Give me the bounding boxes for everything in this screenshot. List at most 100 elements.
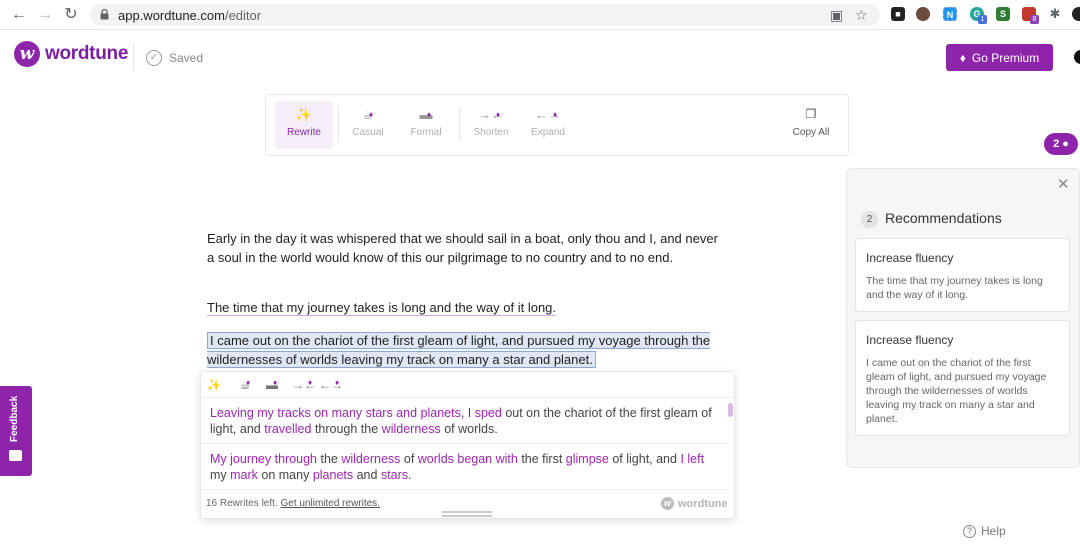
- extension-s-icon[interactable]: S: [996, 7, 1010, 21]
- changed-words: Leaving my tracks on many stars and plan…: [210, 406, 461, 420]
- rewrite-tool-button[interactable]: ✨ Rewrite: [275, 101, 333, 149]
- recommendations-panel: ✕ 2 Recommendations Increase fluency The…: [846, 168, 1080, 468]
- popup-brand-name: wordtune: [678, 497, 728, 510]
- rewrite-label: Rewrite: [287, 127, 321, 138]
- document-paragraph[interactable]: Early in the day it was whispered that w…: [207, 229, 727, 267]
- formal-icon: ▬ ♦: [419, 107, 433, 122]
- recommendation-title: Increase fluency: [866, 333, 954, 347]
- recommendation-text: The time that my journey takes is long a…: [866, 275, 1043, 301]
- recommendations-title: Recommendations: [885, 210, 1002, 226]
- browser-toolbar: ← → ↻ app.wordtune.com/editor ▣ ☆ ■ N G …: [0, 0, 1080, 30]
- changed-words: worlds began with: [417, 452, 518, 466]
- expand-label: Expand: [531, 127, 565, 138]
- close-icon[interactable]: ✕: [1057, 175, 1070, 193]
- casual-icon: ☕ ♦: [362, 107, 374, 122]
- translate-icon[interactable]: ▣: [830, 7, 843, 24]
- shorten-icon: →← ♦: [478, 107, 504, 122]
- forward-icon[interactable]: →: [36, 6, 54, 24]
- casual-tool-button[interactable]: ☕ ♦ Casual: [339, 101, 397, 149]
- lightbulb-icon: ●: [1062, 138, 1069, 150]
- popup-brand: w wordtune: [661, 497, 728, 510]
- copy-all-button[interactable]: ❐ Copy All: [791, 107, 831, 138]
- lock-icon: [100, 9, 109, 20]
- avatar[interactable]: [1074, 50, 1080, 64]
- extension-badge: 8: [1030, 15, 1039, 24]
- changed-words: travelled: [264, 422, 312, 436]
- formal-tool-button[interactable]: ▬ ♦ Formal: [397, 101, 455, 149]
- rewrites-left: 16 Rewrites left. Get unlimited rewrites…: [206, 498, 380, 509]
- extension-n-icon[interactable]: N: [943, 7, 957, 21]
- toolbar-divider: [459, 107, 460, 141]
- popup-mode-tabs: ✨ ☕ ♦ ▬ ♦ →← ♦ ←→ ♦: [201, 372, 734, 398]
- popup-scrollbar[interactable]: [728, 403, 733, 417]
- popup-rewrite-sparkle-icon[interactable]: ✨: [203, 375, 225, 395]
- changed-words: I left: [680, 452, 705, 466]
- feedback-label: Feedback: [9, 395, 20, 442]
- suggestion-text: and: [353, 468, 381, 482]
- suggestion-text: .: [408, 468, 412, 482]
- popup-casual-icon[interactable]: ☕ ♦: [234, 375, 256, 395]
- bookmark-star-icon[interactable]: ☆: [855, 7, 868, 24]
- url-text: app.wordtune.com/editor: [118, 8, 262, 23]
- rewrite-suggestion[interactable]: My journey through the wilderness of wor…: [210, 451, 715, 483]
- suggestion-divider: [201, 443, 728, 444]
- recommendation-card[interactable]: Increase fluency The time that my journe…: [855, 238, 1070, 312]
- casual-label: Casual: [352, 127, 384, 138]
- suggestion-divider: [201, 489, 728, 490]
- recommendations-badge[interactable]: 2 ●: [1044, 133, 1078, 155]
- recommendations-count: 2: [1053, 138, 1060, 150]
- resize-handle[interactable]: [442, 511, 492, 517]
- expand-tool-button[interactable]: ←→ ♦ Expand: [519, 101, 577, 149]
- suggestion-text: through the: [311, 422, 382, 436]
- extension-badge: 1: [978, 15, 987, 24]
- back-icon[interactable]: ←: [10, 6, 28, 24]
- header-divider: [133, 44, 134, 70]
- selected-text[interactable]: I came out on the chariot of the first g…: [207, 332, 711, 368]
- popup-expand-icon[interactable]: ←→ ♦: [319, 375, 343, 395]
- shorten-label: Shorten: [473, 127, 509, 138]
- get-unlimited-link[interactable]: Get unlimited rewrites.: [280, 498, 379, 509]
- suggestion-text: of worlds.: [440, 422, 498, 436]
- popup-shorten-icon[interactable]: →← ♦: [292, 375, 316, 395]
- fluency-underline-text[interactable]: The time that my journey takes is long a…: [207, 300, 557, 316]
- rewrite-suggestion[interactable]: Leaving my tracks on many stars and plan…: [210, 405, 715, 437]
- address-bar[interactable]: app.wordtune.com/editor ▣ ☆: [90, 4, 880, 26]
- rewrite-suggestions-popup: ✨ ☕ ♦ ▬ ♦ →← ♦ ←→ ♦ Leaving my tracks on man…: [200, 371, 735, 519]
- popup-formal-icon[interactable]: ▬ ♦: [261, 375, 283, 395]
- rewrites-left-text: 16 Rewrites left.: [206, 498, 278, 509]
- expand-icon: ←→ ♦: [535, 107, 561, 122]
- changed-words: wilderness: [341, 452, 401, 466]
- suggestion-text: of: [400, 452, 418, 466]
- saved-label: Saved: [169, 51, 204, 65]
- suggestion-text: , I: [460, 406, 475, 420]
- help-label: Help: [981, 524, 1006, 538]
- copy-all-label: Copy All: [792, 127, 830, 138]
- recommendation-text: I came out on the chariot of the first g…: [866, 357, 1047, 425]
- changed-words: mark: [230, 468, 258, 482]
- go-premium-button[interactable]: ♦ Go Premium: [946, 44, 1053, 71]
- help-icon: ?: [963, 524, 976, 538]
- reload-icon[interactable]: ↻: [62, 6, 80, 24]
- extension-icon[interactable]: ■: [891, 7, 905, 21]
- document-paragraph-selected[interactable]: I came out on the chariot of the first g…: [207, 331, 727, 369]
- save-status: ✓ Saved: [146, 50, 203, 66]
- extensions-puzzle-icon[interactable]: ✱: [1048, 7, 1062, 21]
- brand-name: wordtune: [45, 43, 129, 64]
- feedback-tab[interactable]: Feedback: [0, 386, 32, 476]
- recommendation-card[interactable]: Increase fluency I came out on the chari…: [855, 320, 1070, 436]
- document-paragraph[interactable]: The time that my journey takes is long a…: [207, 298, 727, 317]
- suggestion-text: my: [210, 468, 231, 482]
- chat-icon: [9, 450, 22, 461]
- suggestion-text: the first: [517, 452, 566, 466]
- profile-icon[interactable]: [1072, 7, 1080, 21]
- logo-mark-icon: w: [661, 497, 674, 510]
- shorten-tool-button[interactable]: →← ♦ Shorten: [462, 101, 520, 149]
- recommendation-title: Increase fluency: [866, 251, 954, 265]
- formal-label: Formal: [410, 127, 442, 138]
- changed-words: My journey through: [210, 452, 318, 466]
- extension-avatar-icon[interactable]: [916, 7, 930, 21]
- changed-words: stars: [380, 468, 409, 482]
- changed-words: planets: [312, 468, 354, 482]
- wordtune-logo[interactable]: w wordtune: [14, 41, 128, 67]
- help-button[interactable]: ? Help: [963, 524, 1006, 538]
